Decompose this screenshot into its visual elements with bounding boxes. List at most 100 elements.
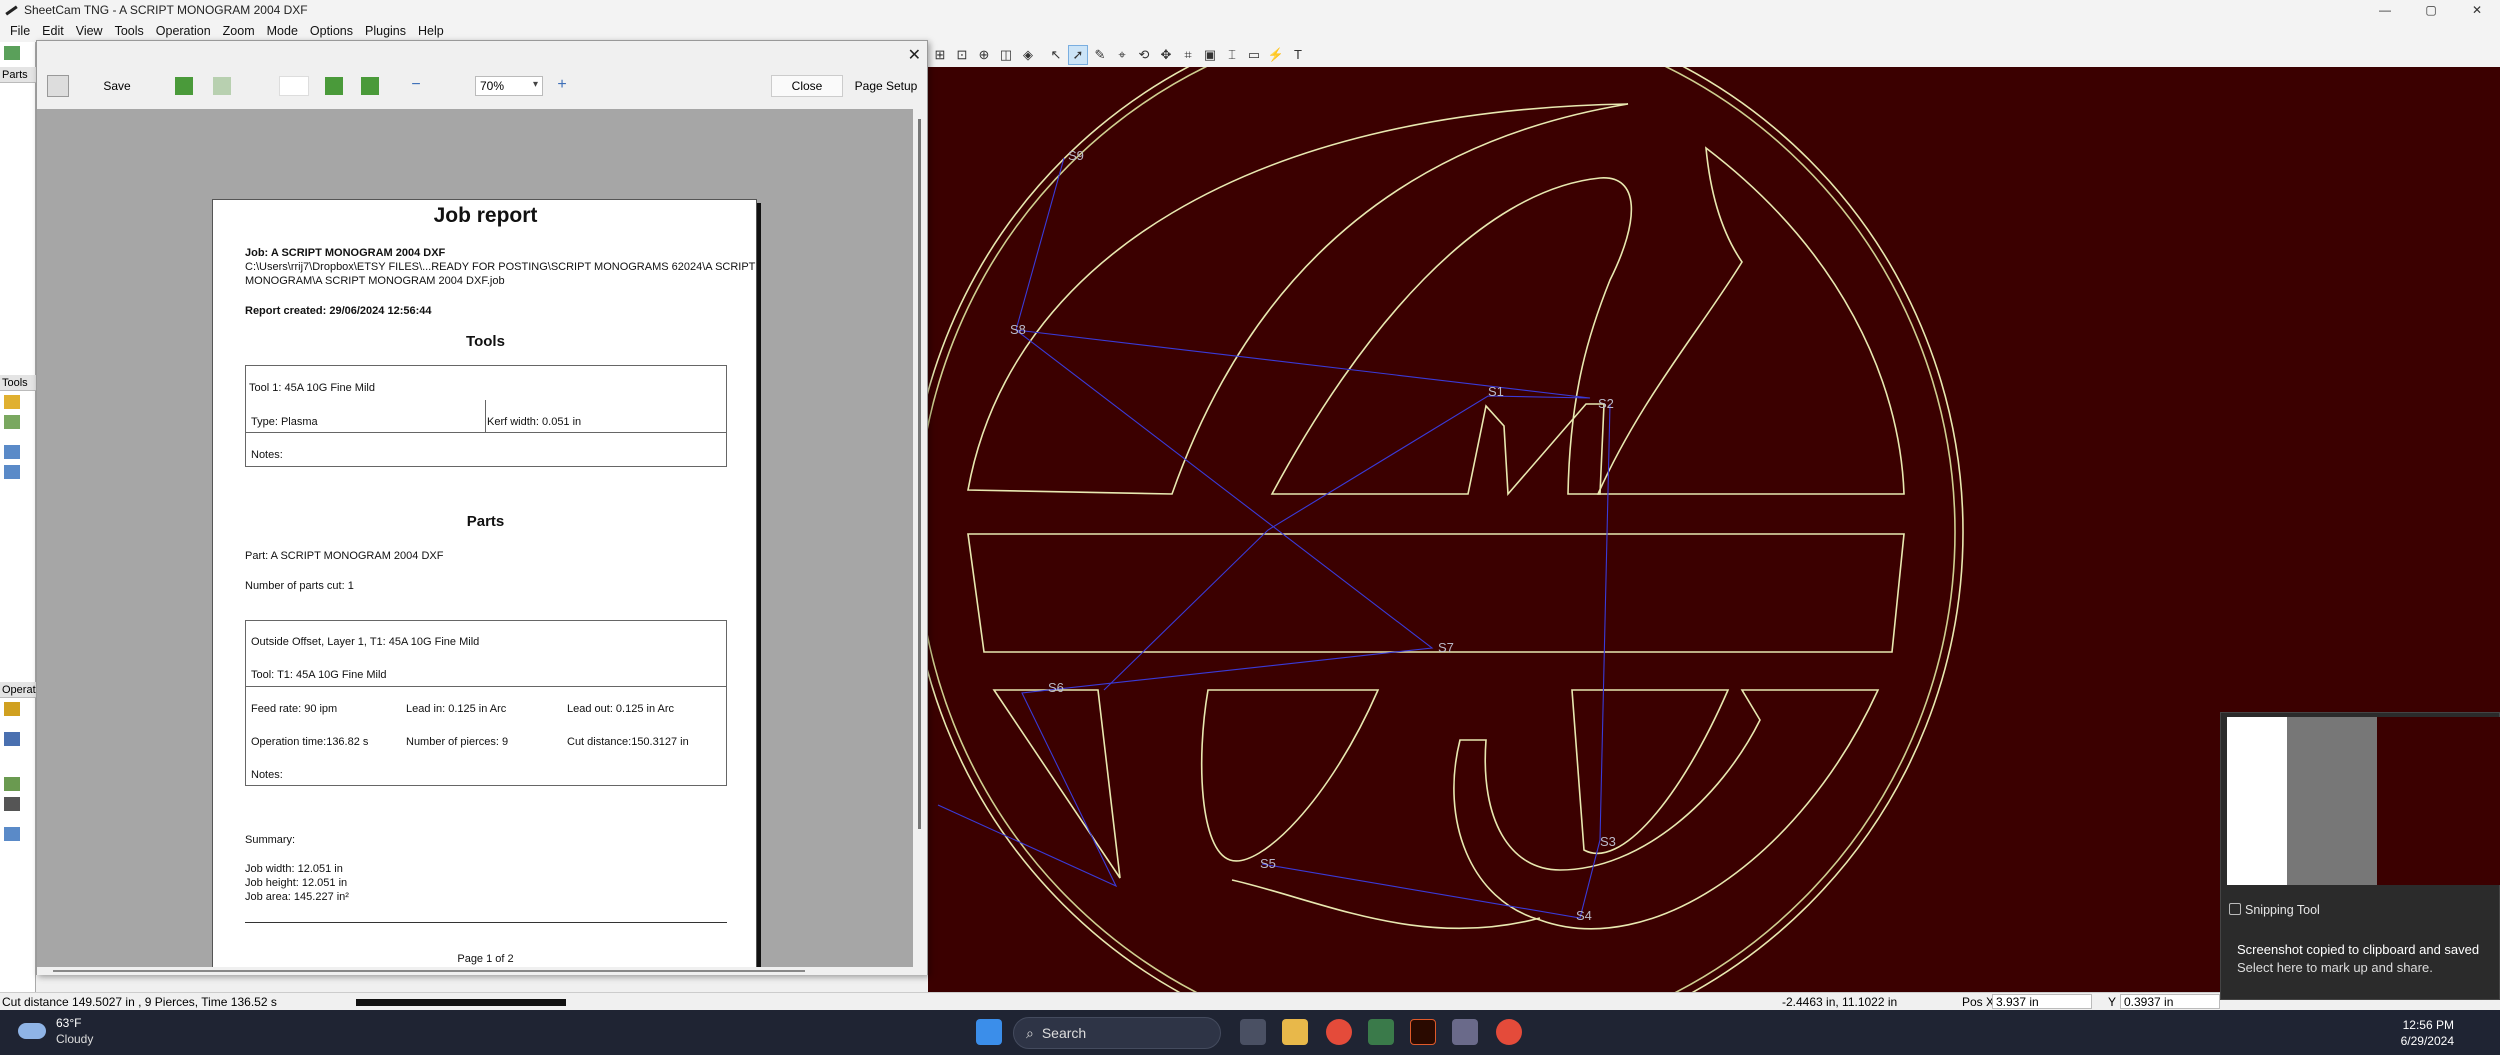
chrome-profile-icon[interactable]	[1496, 1019, 1522, 1045]
menu-options[interactable]: Options	[304, 24, 359, 38]
menu-zoom[interactable]: Zoom	[217, 24, 261, 38]
pointer-icon[interactable]: ➚	[1068, 44, 1088, 65]
move-icon[interactable]: ✥	[1156, 45, 1176, 65]
clock-date: 6/29/2024	[2400, 1034, 2454, 1048]
select-tool-icon[interactable]: ↖	[1046, 45, 1066, 65]
job-width: Job width: 12.051 in	[245, 863, 343, 875]
pos-x-label: Pos X	[1962, 995, 1995, 1009]
maximize-button[interactable]: ▢	[2408, 0, 2454, 20]
cut-label: S7	[1438, 640, 1454, 655]
frame-icon[interactable]: ▭	[1244, 45, 1264, 65]
nest-icon[interactable]: ▣	[1200, 45, 1220, 65]
job-path-line1: C:\Users\rrij7\Dropbox\ETSY FILES\...REA…	[245, 261, 756, 273]
zoom-select[interactable]: 70% ▾	[475, 76, 543, 96]
view-3d-icon[interactable]: ◈	[1018, 45, 1038, 65]
operation-icon[interactable]	[4, 777, 20, 791]
upper-swoosh	[967, 103, 1629, 495]
align-icon[interactable]: ⌗	[1178, 45, 1198, 65]
operation-notes: Notes:	[251, 769, 283, 781]
rotate-icon[interactable]: ⟲	[1134, 45, 1154, 65]
zoom-fit-icon[interactable]: ⊞	[930, 45, 950, 65]
table-icon[interactable]	[4, 445, 20, 459]
task-view-icon[interactable]	[1240, 1019, 1266, 1045]
tool-icon[interactable]	[4, 395, 20, 409]
table-icon[interactable]	[4, 827, 20, 841]
calculator-icon[interactable]	[1368, 1019, 1394, 1045]
start-icon[interactable]	[976, 1019, 1002, 1045]
cut-label: S5	[1260, 856, 1276, 871]
operation-time: Operation time:136.82 s	[251, 736, 369, 748]
previous-page-icon[interactable]	[213, 77, 231, 95]
zoom-out-icon[interactable]: −	[407, 77, 425, 95]
file-explorer-icon[interactable]	[1282, 1019, 1308, 1045]
preview-area[interactable]: Job report Job: A SCRIPT MONOGRAM 2004 D…	[37, 109, 913, 967]
edit-node-icon[interactable]: ✎	[1090, 45, 1110, 65]
close-button[interactable]: Close	[771, 75, 843, 97]
snipping-tool-notification[interactable]: Snipping Tool Screenshot copied to clipb…	[2220, 712, 2500, 1000]
zoom-in-icon[interactable]: +	[553, 77, 571, 95]
text-tool-icon[interactable]: T	[1288, 45, 1308, 65]
table-icon[interactable]	[4, 465, 20, 479]
notification-message: Screenshot copied to clipboard and saved	[2237, 942, 2480, 957]
horizontal-scrollbar[interactable]	[37, 967, 927, 975]
menu-edit[interactable]: Edit	[36, 24, 70, 38]
zoom-selection-icon[interactable]: ◫	[996, 45, 1016, 65]
cut-label: S1	[1488, 384, 1504, 399]
tool-icon[interactable]	[4, 415, 20, 429]
report-title: Job report	[433, 204, 538, 227]
zoom-in-icon[interactable]: ⊕	[974, 45, 994, 65]
close-window-button[interactable]: ✕	[2454, 0, 2500, 20]
measure-icon[interactable]: ⌶	[1222, 45, 1242, 65]
illustrator-icon[interactable]	[1410, 1019, 1436, 1045]
center-bar	[967, 533, 1905, 653]
cut-distance: Cut distance:150.3127 in	[567, 736, 689, 748]
menu-help[interactable]: Help	[412, 24, 450, 38]
operation-icon[interactable]	[4, 797, 20, 811]
report-page: Job report Job: A SCRIPT MONOGRAM 2004 D…	[212, 199, 757, 967]
save-button[interactable]: Save	[89, 75, 145, 97]
cut-label: S9	[1068, 148, 1084, 163]
menu-mode[interactable]: Mode	[261, 24, 304, 38]
operation-icon[interactable]	[4, 702, 20, 716]
page-number-input[interactable]	[279, 76, 309, 96]
pos-x-input[interactable]: 3.937 in	[1992, 994, 2092, 1009]
zoom-value: 70%	[480, 79, 505, 93]
vertical-scrollbar[interactable]	[913, 109, 927, 967]
dialog-close-x-button[interactable]: ✕	[908, 45, 921, 65]
cut-summary: Cut distance 149.5027 in , 9 Pierces, Ti…	[2, 995, 277, 1009]
sheetcam-icon[interactable]	[1452, 1019, 1478, 1045]
menu-tools[interactable]: Tools	[109, 24, 150, 38]
menu-file[interactable]: File	[4, 24, 36, 38]
taskbar-search[interactable]: ⌕ Search	[1013, 1017, 1221, 1049]
page-number: Page 1 of 2	[457, 953, 514, 965]
page-setup-button[interactable]: Page Setup	[853, 75, 919, 97]
job-path-line2: MONOGRAM\A SCRIPT MONOGRAM 2004 DXF.job	[245, 275, 505, 287]
next-page-icon[interactable]	[325, 77, 343, 95]
window-title: SheetCam TNG - A SCRIPT MONOGRAM 2004 DX…	[24, 3, 308, 17]
operation-tool: Tool: T1: 45A 10G Fine Mild	[251, 669, 387, 681]
weather-widget[interactable]: 63°F Cloudy	[18, 1015, 93, 1047]
start-point-icon[interactable]: ⌖	[1112, 45, 1132, 65]
feed-rate: Feed rate: 90 ipm	[251, 703, 338, 715]
first-page-icon[interactable]	[175, 77, 193, 95]
menu-view[interactable]: View	[70, 24, 109, 38]
cut-label: S6	[1048, 680, 1064, 695]
pos-y-input[interactable]: 0.3937 in	[2120, 994, 2220, 1009]
last-page-icon[interactable]	[361, 77, 379, 95]
screenshot-thumbnail[interactable]	[2227, 717, 2500, 885]
taskbar-clock[interactable]: 12:56 PM 6/29/2024	[2401, 1017, 2454, 1049]
menu-plugins[interactable]: Plugins	[359, 24, 412, 38]
zoom-window-icon[interactable]: ⊡	[952, 45, 972, 65]
print-icon[interactable]	[47, 75, 69, 97]
add-part-icon[interactable]	[4, 46, 20, 60]
menu-bar: File Edit View Tools Operation Zoom Mode…	[0, 20, 2500, 42]
operation-icon[interactable]	[4, 732, 20, 746]
minimize-button[interactable]: —	[2362, 0, 2408, 20]
horizontal-scrollbar[interactable]	[356, 999, 566, 1006]
plasma-icon[interactable]: ⚡	[1266, 45, 1286, 65]
menu-operation[interactable]: Operation	[150, 24, 217, 38]
cut-label: S3	[1600, 834, 1616, 849]
chevron-down-icon: ▾	[532, 79, 538, 90]
chrome-icon[interactable]	[1326, 1019, 1352, 1045]
operation-name: Outside Offset, Layer 1, T1: 45A 10G Fin…	[251, 636, 480, 648]
